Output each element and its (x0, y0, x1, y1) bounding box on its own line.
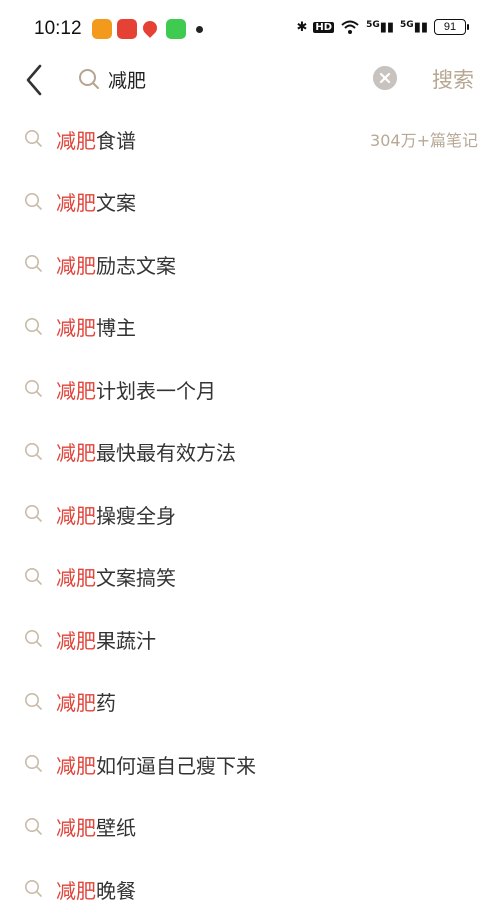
suggestion-item[interactable]: 减肥文案 (0, 171, 500, 234)
signal-icon: 5G▮▮ (366, 19, 395, 35)
suggestion-item[interactable]: 减肥最快最有效方法 (0, 421, 500, 484)
suggestion-text: 减肥文案 (56, 187, 136, 216)
search-icon (25, 567, 42, 585)
suggestion-rest: 果蔬汁 (96, 628, 156, 653)
suggestion-highlight: 减肥 (56, 628, 96, 653)
suggestion-text: 减肥如何逼自己瘦下来 (56, 750, 256, 779)
suggestion-text: 减肥食谱 (56, 125, 136, 154)
status-time: 10:12 (34, 18, 82, 39)
search-icon (25, 317, 42, 335)
app-notification-icon (117, 19, 137, 39)
network-type-label: 5G (366, 19, 380, 30)
suggestion-text: 减肥文案搞笑 (56, 562, 176, 591)
battery-indicator: 91 (434, 19, 469, 35)
wifi-icon (341, 20, 359, 34)
app-notification-icon (92, 19, 112, 39)
app-notification-icon (166, 19, 186, 39)
suggestion-item[interactable]: 减肥药 (0, 671, 500, 734)
search-icon (25, 380, 42, 397)
suggestion-highlight: 减肥 (56, 378, 96, 403)
search-icon (25, 692, 42, 710)
suggestion-item[interactable]: 减肥计划表一个月 (0, 358, 500, 421)
suggestion-text: 减肥励志文案 (56, 250, 176, 279)
search-icon (25, 192, 42, 210)
suggestion-rest: 药 (96, 691, 116, 716)
suggestion-rest: 文案 (96, 191, 136, 216)
suggestion-rest: 计划表一个月 (96, 378, 216, 403)
suggestion-list: 减肥食谱 304万+篇笔记 减肥文案 减肥励志文案 减肥博主 减肥计划表一个月 减肥最快最有… (0, 108, 500, 921)
suggestion-text: 减肥操瘦全身 (56, 500, 176, 529)
network-type-label: 5G (400, 19, 414, 30)
suggestion-text: 减肥最快最有效方法 (56, 437, 236, 466)
suggestion-highlight: 减肥 (56, 816, 96, 841)
search-icon (25, 880, 42, 897)
battery-level: 91 (443, 21, 457, 33)
suggestion-rest: 博主 (96, 316, 136, 341)
back-icon[interactable] (18, 62, 54, 98)
search-button[interactable]: 搜索 (432, 64, 474, 94)
suggestion-item[interactable]: 减肥博主 (0, 296, 500, 359)
suggestion-item[interactable]: 减肥如何逼自己瘦下来 (0, 733, 500, 796)
suggestion-item[interactable]: 减肥晚餐 (0, 858, 500, 921)
suggestion-text: 减肥果蔬汁 (56, 625, 156, 654)
suggestion-highlight: 减肥 (56, 503, 96, 528)
clear-icon[interactable] (373, 66, 397, 90)
suggestion-rest: 晚餐 (96, 878, 136, 903)
search-icon (25, 505, 42, 522)
suggestion-item[interactable]: 减肥果蔬汁 (0, 608, 500, 671)
suggestion-item[interactable]: 减肥食谱 304万+篇笔记 (0, 108, 500, 171)
status-bar: 10:12 ✱ HD 5G▮▮ 5G▮▮ 91 (0, 0, 500, 60)
suggestion-rest: 励志文案 (96, 253, 176, 278)
suggestion-rest: 如何逼自己瘦下来 (96, 753, 256, 778)
suggestion-highlight: 减肥 (56, 691, 96, 716)
suggestion-highlight: 减肥 (56, 128, 96, 153)
search-icon (79, 69, 99, 89)
suggestion-item[interactable]: 减肥壁纸 (0, 796, 500, 859)
suggestion-highlight: 减肥 (56, 253, 96, 278)
suggestion-highlight: 减肥 (56, 753, 96, 778)
suggestion-text: 减肥晚餐 (56, 875, 136, 904)
suggestion-text: 减肥壁纸 (56, 812, 136, 841)
suggestion-text: 减肥博主 (56, 312, 136, 341)
suggestion-item[interactable]: 减肥操瘦全身 (0, 483, 500, 546)
search-icon (25, 130, 42, 147)
suggestion-highlight: 减肥 (56, 441, 96, 466)
suggestion-highlight: 减肥 (56, 191, 96, 216)
search-input[interactable] (108, 64, 358, 94)
search-icon (25, 817, 42, 835)
suggestion-item[interactable]: 减肥文案搞笑 (0, 546, 500, 609)
suggestion-rest: 文案搞笑 (96, 566, 176, 591)
suggestion-highlight: 减肥 (56, 566, 96, 591)
search-icon (25, 255, 42, 272)
suggestion-rest: 最快最有效方法 (96, 441, 236, 466)
suggestion-rest: 食谱 (96, 128, 136, 153)
search-icon (25, 755, 42, 772)
search-icon (25, 630, 42, 647)
suggestion-text: 减肥计划表一个月 (56, 375, 216, 404)
more-notifications-icon (196, 26, 203, 33)
status-indicators: ✱ HD 5G▮▮ 5G▮▮ 91 (296, 19, 469, 35)
suggestion-highlight: 减肥 (56, 878, 96, 903)
signal-icon: 5G▮▮ (400, 19, 428, 35)
note-count: 304万+篇笔记 (370, 131, 478, 151)
search-header: 搜索 (0, 60, 500, 110)
suggestion-rest: 操瘦全身 (96, 503, 176, 528)
suggestion-text: 减肥药 (56, 687, 116, 716)
search-icon (25, 442, 42, 460)
suggestion-highlight: 减肥 (56, 316, 96, 341)
bluetooth-icon: ✱ (296, 19, 308, 35)
suggestion-item[interactable]: 减肥励志文案 (0, 233, 500, 296)
location-icon (140, 18, 160, 38)
hd-icon: HD (313, 21, 335, 33)
suggestion-rest: 壁纸 (96, 816, 136, 841)
